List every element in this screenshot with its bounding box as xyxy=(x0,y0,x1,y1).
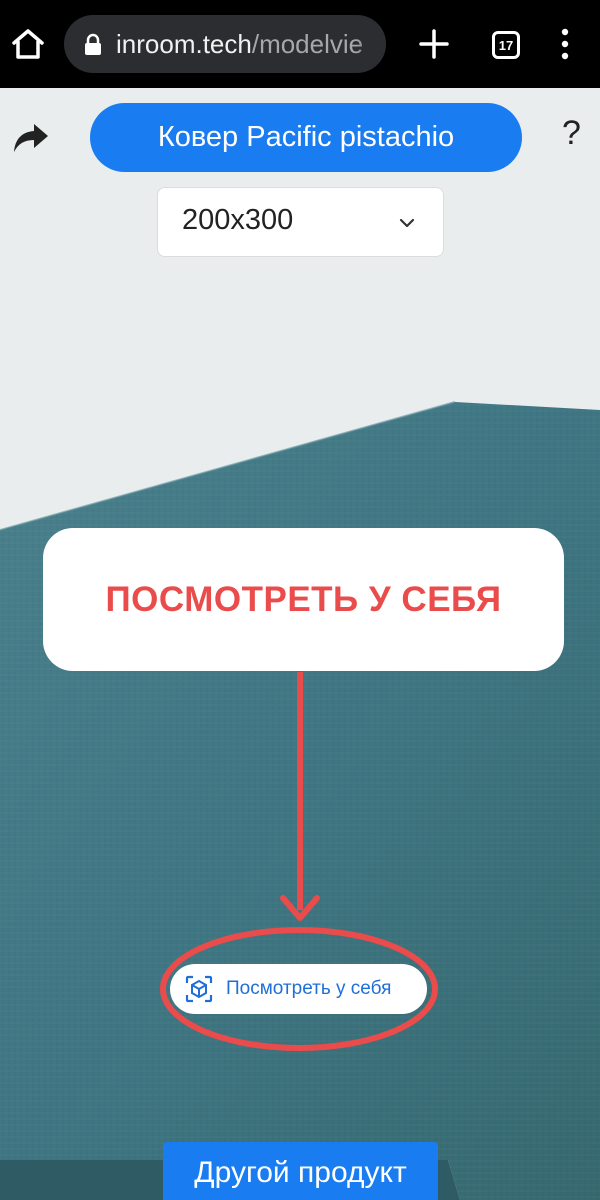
other-product-label: Другой продукт xyxy=(194,1156,407,1189)
annotation-callout: ПОСМОТРЕТЬ У СЕБЯ xyxy=(43,528,564,671)
overflow-menu-icon[interactable] xyxy=(556,26,574,62)
view-in-ar-button[interactable]: Посмотреть у себя xyxy=(170,964,427,1014)
url-text: inroom.tech/modelvie xyxy=(116,28,363,60)
browser-toolbar: inroom.tech/modelvie 17 xyxy=(0,0,600,88)
tab-switcher-icon[interactable]: 17 xyxy=(492,31,520,59)
other-product-button[interactable]: Другой продукт xyxy=(163,1142,438,1200)
address-bar[interactable]: inroom.tech/modelvie xyxy=(64,15,386,73)
url-fade xyxy=(356,15,386,73)
plus-icon[interactable] xyxy=(418,28,450,60)
ar-cube-icon xyxy=(185,975,213,1003)
product-title-button[interactable]: Ковер Pacific pistachio xyxy=(90,103,522,172)
tab-count: 17 xyxy=(498,37,514,53)
help-button[interactable]: ? xyxy=(562,114,581,153)
size-value: 200x300 xyxy=(182,204,294,236)
url-path: /modelvie xyxy=(251,29,364,59)
chevron-down-icon xyxy=(399,218,415,228)
view-in-ar-label: Посмотреть у себя xyxy=(226,978,392,999)
lock-icon xyxy=(85,33,101,55)
size-dropdown[interactable]: 200x300 xyxy=(157,187,444,257)
product-title: Ковер Pacific pistachio xyxy=(157,121,455,153)
url-host: inroom.tech xyxy=(116,29,252,59)
home-icon[interactable] xyxy=(10,26,46,62)
share-arrow-icon[interactable] xyxy=(10,118,50,158)
annotation-text: ПОСМОТРЕТЬ У СЕБЯ xyxy=(105,579,502,619)
